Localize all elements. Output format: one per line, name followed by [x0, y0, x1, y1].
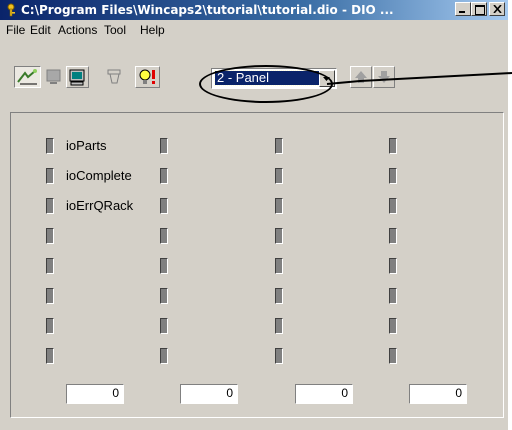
annotation-pointer [326, 72, 512, 85]
